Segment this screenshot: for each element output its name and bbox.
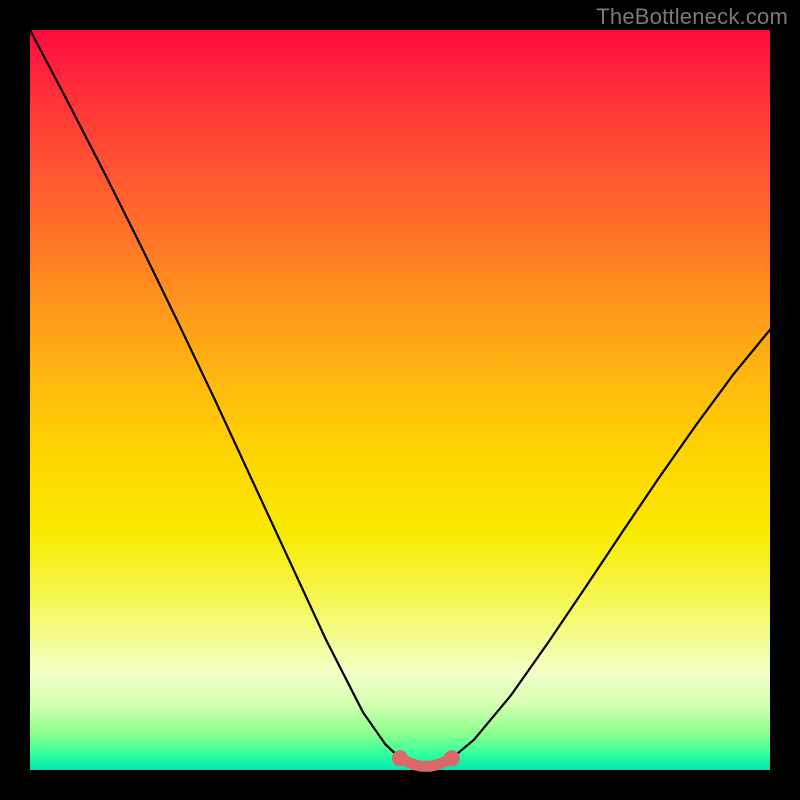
optimal-endpoint-right <box>444 750 460 766</box>
plot-area <box>30 30 770 770</box>
mismatch-curve <box>30 30 770 766</box>
chart-frame: TheBottleneck.com <box>0 0 800 800</box>
curve-layer <box>30 30 770 770</box>
watermark-text: TheBottleneck.com <box>596 4 788 30</box>
optimal-endpoint-left <box>392 750 408 766</box>
